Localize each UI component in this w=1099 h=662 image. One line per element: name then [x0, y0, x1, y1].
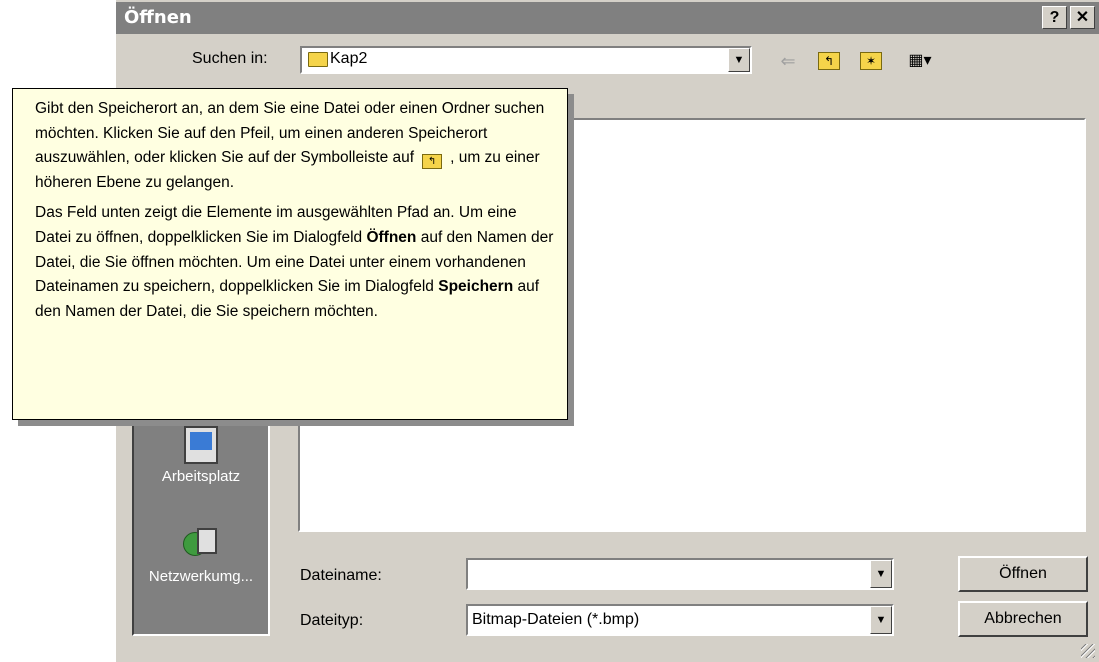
tooltip-bold-open: Öffnen: [366, 228, 417, 246]
filetype-value: Bitmap-Dateien (*.bmp): [472, 611, 640, 628]
filetype-dropdown-button[interactable]: ▼: [870, 606, 892, 634]
lookin-dropdown-button[interactable]: ▼: [728, 48, 750, 72]
close-button[interactable]: ✕: [1070, 6, 1095, 29]
lookin-value: Kap2: [330, 50, 368, 67]
title-bar[interactable]: Öffnen ? ✕: [116, 2, 1099, 34]
up-one-level-icon[interactable]: ↰: [818, 52, 840, 70]
dialog-title: Öffnen: [124, 7, 192, 28]
help-tooltip: Gibt den Speicherort an, an dem Sie eine…: [12, 88, 568, 420]
lookin-combo[interactable]: Kap2 ▼: [300, 46, 752, 74]
tooltip-bold-save: Speichern: [438, 278, 514, 296]
open-button[interactable]: Öffnen: [958, 556, 1088, 592]
filetype-combo[interactable]: Bitmap-Dateien (*.bmp) ▼: [466, 604, 894, 636]
filetype-label: Dateityp:: [300, 612, 364, 629]
folder-icon: [308, 52, 328, 67]
cancel-button[interactable]: Abbrechen: [958, 601, 1088, 637]
place-netzwerk-label: Netzwerkumg...: [148, 568, 254, 585]
network-icon: [183, 528, 219, 564]
place-arbeitsplatz-label: Arbeitsplatz: [161, 468, 241, 485]
filename-dropdown-button[interactable]: ▼: [870, 560, 892, 588]
filename-label: Dateiname:: [300, 567, 382, 584]
up-one-level-icon: ↰: [422, 154, 443, 170]
computer-icon: [184, 426, 218, 464]
place-netzwerk[interactable]: Netzwerkumg...: [134, 528, 268, 585]
place-arbeitsplatz[interactable]: Arbeitsplatz: [134, 426, 268, 485]
lookin-label: Suchen in:: [192, 50, 268, 67]
resize-grip[interactable]: [1081, 644, 1095, 658]
view-menu-icon[interactable]: ▦▾: [904, 50, 936, 72]
tooltip-paragraph-1: Gibt den Speicherort an, an dem Sie eine…: [35, 97, 557, 195]
new-folder-icon[interactable]: ✶: [860, 52, 882, 70]
help-button[interactable]: ?: [1042, 6, 1067, 29]
tooltip-paragraph-2: Das Feld unten zeigt die Elemente im aus…: [35, 201, 557, 324]
back-arrow-icon[interactable]: ⇐: [776, 50, 800, 72]
filename-combo[interactable]: ▼: [466, 558, 894, 590]
